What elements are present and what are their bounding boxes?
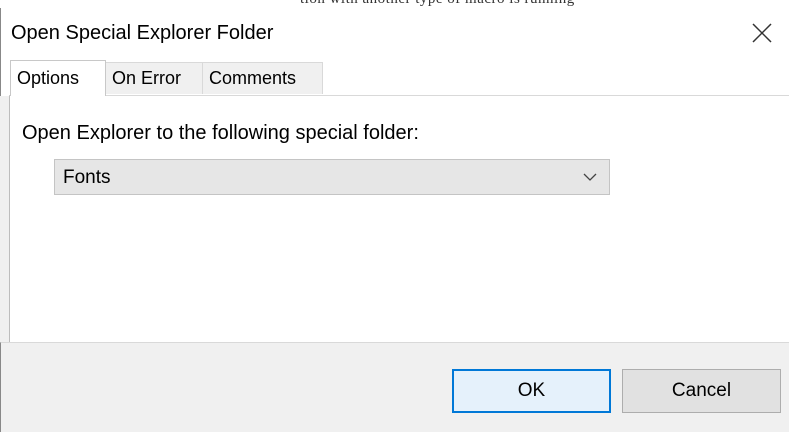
dialog-title: Open Special Explorer Folder [11, 22, 274, 44]
tab-comments-label: Comments [209, 68, 297, 88]
title-bar: Open Special Explorer Folder [0, 8, 789, 60]
cancel-button[interactable]: Cancel [622, 369, 781, 413]
close-icon [752, 23, 772, 43]
dialog-footer: OK Cancel [0, 342, 789, 432]
background-text: tion with another type of macro is runni… [300, 0, 575, 8]
ok-button-label: OK [517, 380, 546, 401]
special-folder-dropdown[interactable]: Fonts [54, 159, 610, 195]
tab-options[interactable]: Options [10, 60, 106, 96]
background-window-strip: tion with another type of macro is runni… [0, 0, 789, 8]
tab-on-error[interactable]: On Error [105, 62, 203, 94]
close-button[interactable] [747, 18, 777, 48]
tab-strip: Options On Error Comments [0, 60, 789, 96]
cancel-button-label: Cancel [671, 380, 732, 401]
chevron-down-icon [583, 173, 597, 181]
options-panel: Open Explorer to the following special f… [9, 95, 789, 342]
dialog-window: tion with another type of macro is runni… [0, 0, 789, 432]
special-folder-label: Open Explorer to the following special f… [22, 122, 419, 144]
ok-button[interactable]: OK [452, 369, 611, 413]
tab-comments[interactable]: Comments [202, 62, 323, 94]
tab-options-label: Options [17, 68, 80, 88]
tab-on-error-label: On Error [112, 68, 182, 88]
special-folder-selected-value: Fonts [63, 167, 111, 188]
